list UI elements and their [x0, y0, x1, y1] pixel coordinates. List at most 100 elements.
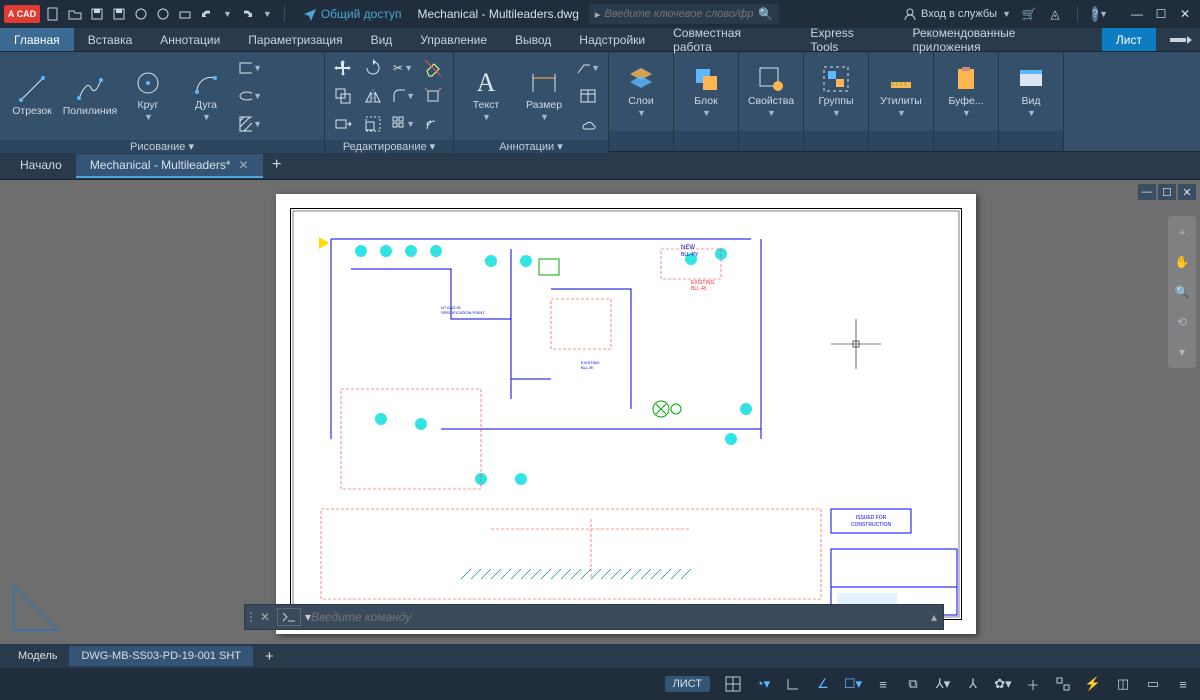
table-icon[interactable]	[576, 84, 600, 108]
vp-minimize[interactable]: ―	[1138, 184, 1156, 200]
undo-dropdown-icon[interactable]: ▼	[223, 9, 232, 19]
customize-status-icon[interactable]: ≡	[1172, 673, 1194, 695]
hatch-icon[interactable]: ▼	[238, 112, 262, 136]
tab-insert[interactable]: Вставка	[74, 28, 147, 51]
snap-icon[interactable]: ◔▾	[752, 673, 774, 695]
cmd-grip-icon[interactable]	[245, 612, 257, 622]
panel-title-annotation[interactable]: Аннотации ▾	[454, 140, 608, 153]
panel-title-draw[interactable]: Рисование ▾	[0, 140, 324, 153]
app-menu[interactable]: A CAD	[4, 5, 40, 23]
drawing-area[interactable]: ― ☐ ✕ ⌖ ✋ 🔍 ⟲ ▾ ISSUED FOR CONSTRUCTION	[0, 180, 1200, 644]
add-layout-button[interactable]: +	[253, 646, 286, 666]
tab-express[interactable]: Express Tools	[796, 28, 898, 51]
osnap-icon[interactable]: ☐▾	[842, 673, 864, 695]
redo-icon[interactable]	[240, 7, 254, 21]
new-icon[interactable]	[46, 7, 60, 21]
search-icon[interactable]: 🔍	[758, 7, 773, 21]
array-icon[interactable]: ▼	[391, 112, 415, 136]
saveas-icon[interactable]	[112, 7, 126, 21]
command-line[interactable]: ✕ ▾ ▴	[244, 604, 944, 630]
tab-layout[interactable]: Лист	[1102, 28, 1156, 51]
scale-icon[interactable]	[361, 112, 385, 136]
tab-annotate[interactable]: Аннотации	[146, 28, 234, 51]
utilities-button[interactable]: Утилиты▼	[875, 64, 927, 119]
app-exchange-icon[interactable]: ◬	[1047, 6, 1063, 22]
leader-icon[interactable]: ▼	[576, 56, 600, 80]
cart-icon[interactable]: 🛒	[1021, 6, 1037, 22]
layout-tab-active[interactable]: DWG-MB-SS03-PD-19-001 SHT	[69, 646, 253, 666]
clean-screen-icon[interactable]: ▭	[1142, 673, 1164, 695]
cloud-icon[interactable]	[576, 112, 600, 136]
offset-icon[interactable]	[421, 112, 445, 136]
move-icon[interactable]	[331, 56, 355, 80]
new-tab-button[interactable]: +	[263, 154, 291, 178]
polyline-tool[interactable]: Полилиния	[64, 74, 116, 118]
ortho-icon[interactable]	[782, 673, 804, 695]
grid-icon[interactable]	[722, 673, 744, 695]
save-icon[interactable]	[90, 7, 104, 21]
view-button[interactable]: Вид▼	[1005, 64, 1057, 119]
explode-icon[interactable]	[421, 84, 445, 108]
cmd-prompt-icon[interactable]	[277, 608, 301, 626]
fillet-icon[interactable]: ▼	[391, 84, 415, 108]
line-tool[interactable]: Отрезок	[6, 74, 58, 118]
circle-tool[interactable]: Круг▼	[122, 68, 174, 123]
minimize-button[interactable]: ―	[1126, 4, 1148, 24]
help-icon[interactable]: ?▼	[1092, 6, 1108, 22]
pan-icon[interactable]: ✋	[1172, 252, 1192, 272]
full-nav-icon[interactable]: ⌖	[1172, 222, 1192, 242]
cmd-history-icon[interactable]: ▴	[925, 610, 943, 624]
hardware-accel-icon[interactable]: ⚡	[1082, 673, 1104, 695]
model-tab[interactable]: Модель	[6, 646, 69, 666]
tab-home[interactable]: Главная	[0, 28, 74, 51]
quick-props-icon[interactable]: ＋	[1022, 673, 1044, 695]
space-toggle[interactable]: ЛИСТ	[665, 676, 710, 692]
erase-icon[interactable]	[421, 56, 445, 80]
file-tab-active[interactable]: Mechanical - Multileaders*✕	[76, 154, 263, 178]
tab-view[interactable]: Вид	[357, 28, 407, 51]
arc-tool[interactable]: Дуга▼	[180, 68, 232, 123]
start-tab[interactable]: Начало	[6, 154, 76, 178]
lineweight-icon[interactable]: ≡	[872, 673, 894, 695]
vp-close[interactable]: ✕	[1178, 184, 1196, 200]
groups-button[interactable]: Группы▼	[810, 64, 862, 119]
layers-button[interactable]: Слои▼	[615, 64, 667, 119]
mirror-icon[interactable]	[361, 84, 385, 108]
share-button[interactable]: Общий доступ	[297, 7, 408, 21]
zoom-icon[interactable]: 🔍	[1172, 282, 1192, 302]
workspace-icon[interactable]: ✿▾	[992, 673, 1014, 695]
command-input[interactable]	[311, 610, 925, 624]
cmd-close-icon[interactable]: ✕	[257, 610, 273, 624]
vp-maximize[interactable]: ☐	[1158, 184, 1176, 200]
tab-parametric[interactable]: Параметризация	[234, 28, 356, 51]
undo-icon[interactable]	[200, 7, 214, 21]
rotate-icon[interactable]	[361, 56, 385, 80]
tab-collab[interactable]: Совместная работа	[659, 28, 796, 51]
search-box[interactable]: ▸ 🔍	[589, 4, 779, 24]
copy-icon[interactable]	[331, 84, 355, 108]
units-icon[interactable]	[1052, 673, 1074, 695]
clipboard-button[interactable]: Буфе...▼	[940, 64, 992, 119]
tab-output[interactable]: Вывод	[501, 28, 565, 51]
tab-addins[interactable]: Надстройки	[565, 28, 659, 51]
ellipse-icon[interactable]: ▼	[238, 84, 262, 108]
web-save-icon[interactable]	[156, 7, 170, 21]
stretch-icon[interactable]	[331, 112, 355, 136]
dimension-tool[interactable]: Размер▼	[518, 68, 570, 123]
plot-icon[interactable]	[178, 7, 192, 21]
close-tab-icon[interactable]: ✕	[239, 158, 249, 172]
isolate-icon[interactable]: ◫	[1112, 673, 1134, 695]
annotation-visibility-icon[interactable]: ⅄	[962, 673, 984, 695]
tab-manage[interactable]: Управление	[406, 28, 501, 51]
maximize-button[interactable]: ☐	[1150, 4, 1172, 24]
search-input[interactable]	[604, 8, 754, 20]
block-button[interactable]: Блок▼	[680, 64, 732, 119]
signin-button[interactable]: Вход в службы ▼	[903, 6, 1011, 22]
polar-icon[interactable]: ∠	[812, 673, 834, 695]
panel-title-modify[interactable]: Редактирование ▾	[325, 140, 453, 153]
rectangle-icon[interactable]: ▼	[238, 56, 262, 80]
ribbon-minimize-button[interactable]	[1162, 28, 1200, 51]
redo-dropdown-icon[interactable]: ▼	[263, 9, 272, 19]
orbit-icon[interactable]: ⟲	[1172, 312, 1192, 332]
open-icon[interactable]	[68, 7, 82, 21]
